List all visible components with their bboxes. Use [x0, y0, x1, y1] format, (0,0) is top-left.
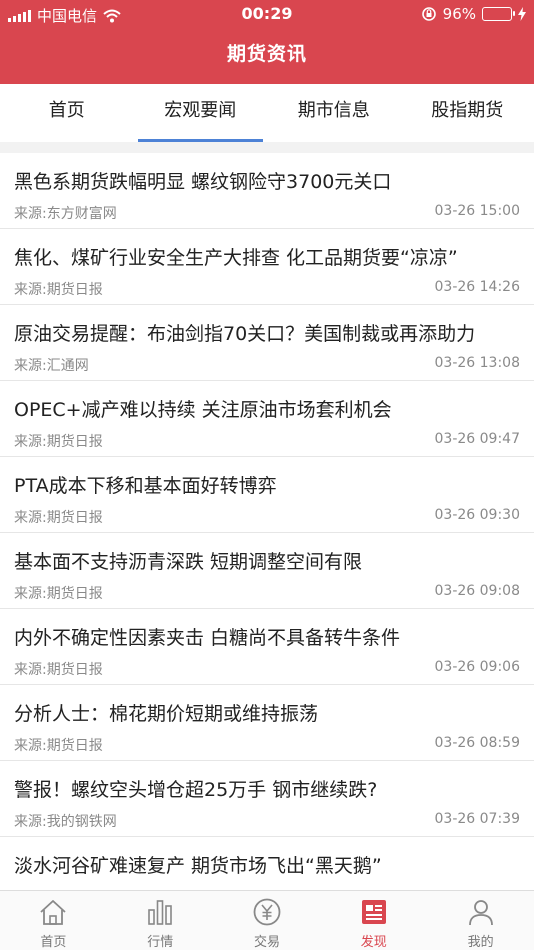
page-title: 期货资讯 — [226, 43, 307, 65]
news-source: 来源:期货日报 — [14, 434, 103, 450]
news-item[interactable]: 分析人士：棉花期价短期或维持振荡 来源:期货日报 03-26 08:59 — [0, 685, 534, 761]
news-time: 03-26 14:26 — [434, 279, 520, 295]
news-item[interactable]: 焦化、煤矿行业安全生产大排查 化工品期货要“凉凉” 来源:期货日报 03-26 … — [0, 229, 534, 305]
tab-home[interactable]: 首页 — [0, 84, 134, 142]
news-source: 来源:期货日报 — [14, 738, 103, 754]
news-item[interactable]: PTA成本下移和基本面好转博弈 来源:期货日报 03-26 09:30 — [0, 457, 534, 533]
bottom-nav-label: 首页 — [40, 935, 67, 950]
news-time: 03-26 15:00 — [434, 203, 520, 219]
bottom-nav-label: 我的 — [467, 935, 494, 950]
user-icon — [468, 900, 493, 926]
news-item[interactable]: 黑色系期货跌幅明显 螺纹钢险守3700元关口 来源:东方财富网 03-26 15… — [0, 153, 534, 229]
bottom-nav-label: 发现 — [360, 935, 387, 950]
news-item[interactable]: 内外不确定性因素夹击 白糖尚不具备转牛条件 来源:期货日报 03-26 09:0… — [0, 609, 534, 685]
news-title: 淡水河谷矿难速复产 期货市场飞出“黑天鹅” — [14, 855, 382, 877]
news-title: 原油交易提醒：布油剑指70关口？美国制裁或再添助力 — [14, 323, 476, 345]
battery-percent: 96% — [442, 5, 476, 23]
news-time: 03-26 09:06 — [434, 659, 520, 675]
tab-index-futures[interactable]: 股指期货 — [401, 84, 534, 142]
news-item[interactable]: 原油交易提醒：布油剑指70关口？美国制裁或再添助力 来源:汇通网 03-26 1… — [0, 305, 534, 381]
news-time: 03-26 09:30 — [434, 507, 520, 523]
news-time: 03-26 13:08 — [434, 355, 520, 371]
news-title: 分析人士：棉花期价短期或维持振荡 — [14, 703, 319, 725]
news-title: 内外不确定性因素夹击 白糖尚不具备转牛条件 — [14, 627, 401, 649]
news-title: 焦化、煤矿行业安全生产大排查 化工品期货要“凉凉” — [14, 247, 458, 269]
bottom-nav-discover[interactable]: 发现 — [320, 891, 427, 950]
bottom-nav-trade[interactable]: 交易 — [214, 891, 321, 950]
tab-macro-news[interactable]: 宏观要闻 — [134, 84, 268, 142]
news-source: 来源:期货日报 — [14, 510, 103, 526]
news-time: 03-26 08:59 — [434, 735, 520, 751]
news-source: 来源:期货日报 — [14, 282, 103, 298]
bottom-nav: 首页 行情 交易 发现 我的 — [0, 890, 534, 950]
news-time: 03-26 09:08 — [434, 583, 520, 599]
battery-icon — [482, 7, 515, 21]
news-item[interactable]: 警报！螺纹空头增仓超25万手 钢市继续跌? 来源:我的钢铁网 03-26 07:… — [0, 761, 534, 837]
news-source: 来源:我的钢铁网 — [14, 814, 117, 830]
news-item[interactable]: 淡水河谷矿难速复产 期货市场飞出“黑天鹅” — [0, 837, 534, 890]
news-source: 来源:期货日报 — [14, 586, 103, 602]
bottom-nav-label: 行情 — [147, 935, 174, 950]
tab-futures-info[interactable]: 期市信息 — [267, 84, 401, 142]
news-item[interactable]: 基本面不支持沥青深跌 短期调整空间有限 来源:期货日报 03-26 09:08 — [0, 533, 534, 609]
news-list: 黑色系期货跌幅明显 螺纹钢险守3700元关口 来源:东方财富网 03-26 15… — [0, 153, 534, 890]
home-icon — [40, 900, 66, 925]
bottom-nav-market[interactable]: 行情 — [107, 891, 214, 950]
news-source: 来源:期货日报 — [14, 662, 103, 678]
news-title: 警报！螺纹空头增仓超25万手 钢市继续跌? — [14, 779, 378, 801]
chart-icon — [148, 900, 172, 925]
bottom-nav-home[interactable]: 首页 — [0, 891, 107, 950]
news-source: 来源:东方财富网 — [14, 206, 117, 222]
news-title: PTA成本下移和基本面好转博弈 — [14, 475, 277, 497]
news-source: 来源:汇通网 — [14, 358, 89, 374]
news-title: 基本面不支持沥青深跌 短期调整空间有限 — [14, 551, 363, 573]
orientation-lock-icon — [421, 7, 436, 21]
bottom-nav-me[interactable]: 我的 — [427, 891, 534, 950]
news-item[interactable]: OPEC+减产难以持续 关注原油市场套利机会 来源:期货日报 03-26 09:… — [0, 381, 534, 457]
app-header: 期货资讯 — [0, 28, 534, 84]
category-tabs: 首页 宏观要闻 期市信息 股指期货 — [0, 84, 534, 142]
charging-icon — [518, 7, 526, 21]
bottom-nav-label: 交易 — [253, 935, 280, 950]
news-time: 03-26 07:39 — [434, 811, 520, 827]
status-bar: 中国电信 00:29 96% — [0, 0, 534, 28]
news-title: 黑色系期货跌幅明显 螺纹钢险守3700元关口 — [14, 171, 392, 193]
news-title: OPEC+减产难以持续 关注原油市场套利机会 — [14, 399, 392, 421]
yen-icon — [253, 898, 281, 926]
news-icon — [361, 900, 386, 924]
news-time: 03-26 09:47 — [434, 431, 520, 447]
